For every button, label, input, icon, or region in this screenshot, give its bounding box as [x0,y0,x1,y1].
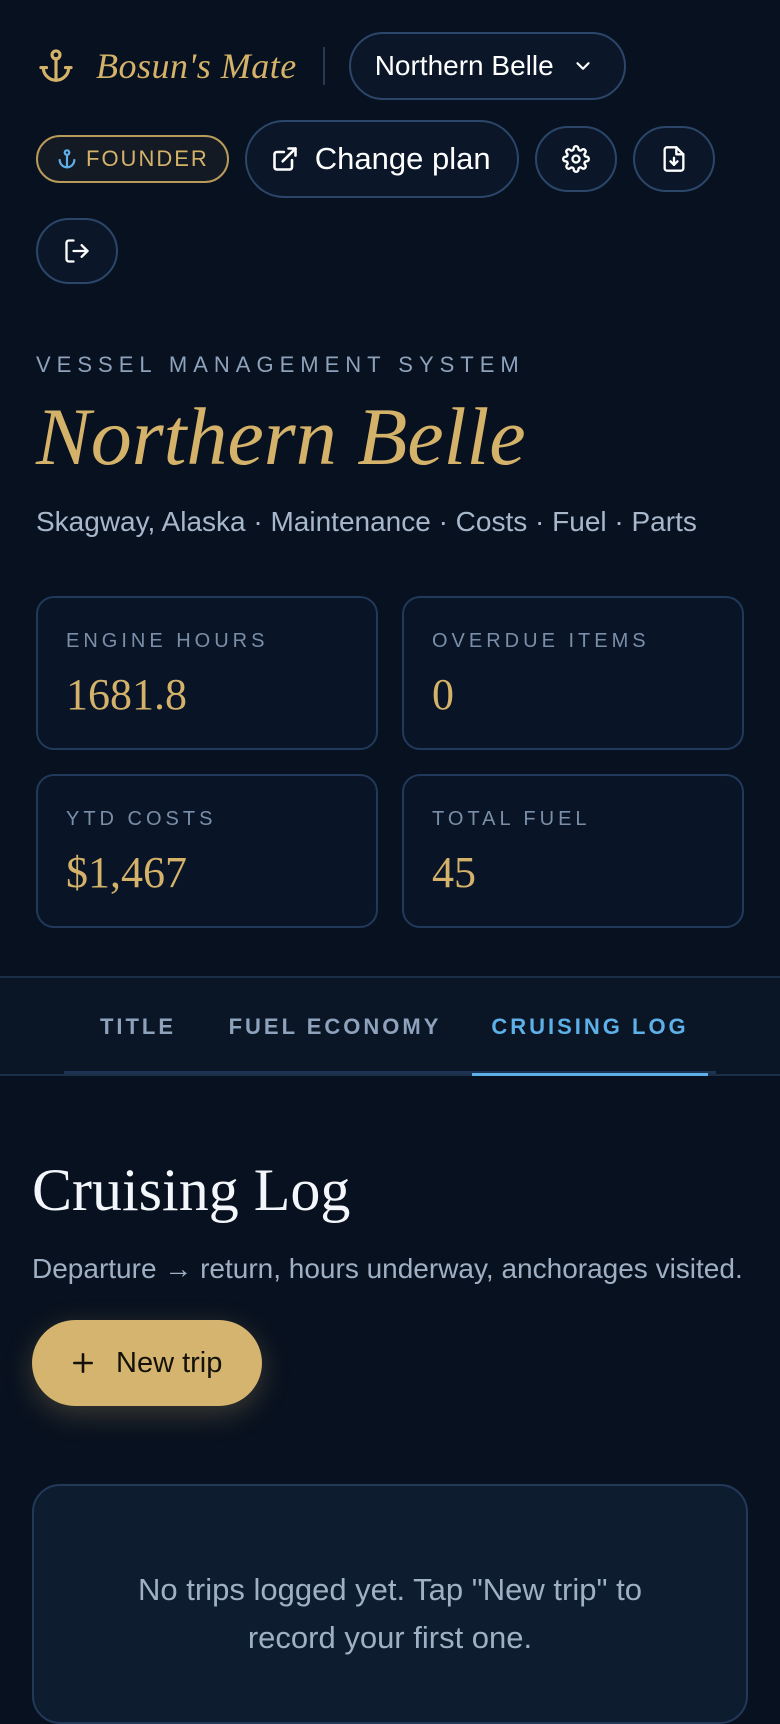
plus-icon [73,1353,93,1373]
change-plan-label: Change plan [314,141,491,176]
anchor-icon [58,149,76,169]
cruising-log-section: Cruising Log Departure → return, hours u… [32,1160,748,1406]
new-trip-button[interactable]: New trip [32,1320,263,1406]
section-title: Cruising Log [32,1157,351,1223]
stat-overdue-items: OVERDUE ITEMS 0 [402,596,744,750]
brand-name: Bosun's Mate [96,46,297,86]
stat-value: 45 [432,848,476,897]
stat-ytd-costs: YTD COSTS $1,467 [36,774,378,928]
empty-state-message: No trips logged yet. Tap "New trip" to r… [138,1572,642,1655]
chevron-down-icon [576,62,590,70]
tab-bar: TITLE FUEL ECONOMY CRUISING LOG [0,976,780,1076]
empty-state-card: No trips logged yet. Tap "New trip" to r… [32,1484,748,1724]
hero-subtitle: Skagway, Alaska · Maintenance · Costs · … [36,506,697,537]
file-download-icon [663,146,685,172]
stat-label: TOTAL FUEL [432,808,591,830]
stat-label: ENGINE HOURS [66,630,269,652]
stat-value: $1,467 [66,848,187,897]
new-trip-label: New trip [116,1346,223,1379]
settings-button[interactable] [534,126,617,192]
stat-value: 0 [432,670,454,719]
logout-icon [65,239,89,263]
section-description: Departure → return, hours underway, anch… [32,1253,743,1284]
stat-engine-hours: ENGINE HOURS 1681.8 [36,596,378,750]
founder-badge-label: FOUNDER [86,146,209,171]
stat-label: YTD COSTS [66,808,217,830]
external-link-icon [272,147,297,171]
page-title: Northern Belle [36,391,526,482]
tab-title[interactable]: TITLE [82,978,194,1076]
top-bar: Bosun's Mate Northern Belle FOUNDER Chan… [36,32,744,284]
tab-cruising-log[interactable]: CRUISING LOG [472,978,708,1076]
vessel-selector[interactable]: Northern Belle [348,32,626,100]
stat-total-fuel: TOTAL FUEL 45 [402,774,744,928]
anchor-icon [36,46,76,86]
vessel-selector-label: Northern Belle [374,50,554,81]
stat-value: 1681.8 [66,670,187,719]
logout-button[interactable] [36,218,118,284]
founder-badge: FOUNDER [36,135,229,183]
gear-icon [561,145,590,173]
hero: VESSEL MANAGEMENT SYSTEM Northern Belle … [36,352,744,538]
header-divider [322,47,325,85]
hero-eyebrow: VESSEL MANAGEMENT SYSTEM [36,352,525,377]
stats-grid: ENGINE HOURS 1681.8 OVERDUE ITEMS 0 YTD … [36,596,744,928]
stat-label: OVERDUE ITEMS [432,630,650,652]
export-button[interactable] [632,126,715,192]
tab-fuel-economy[interactable]: FUEL ECONOMY [210,978,460,1076]
change-plan-button[interactable]: Change plan [244,120,519,198]
